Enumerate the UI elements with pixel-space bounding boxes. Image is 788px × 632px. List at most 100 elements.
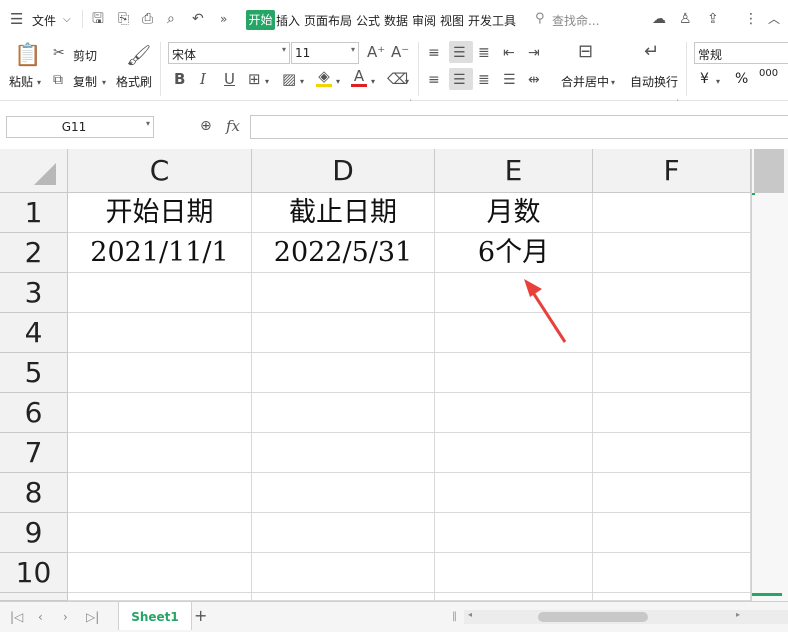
cell-f9[interactable] [593,513,751,553]
cell-f2[interactable] [593,233,751,273]
cell-c9[interactable] [68,513,252,553]
cell-f1[interactable] [593,193,751,233]
justify-icon[interactable]: ☰ [503,72,516,88]
chevron-down-icon[interactable]: ⌵ [63,12,71,28]
tab-view[interactable]: 视图 [440,12,464,29]
percent-format-button[interactable]: % [735,71,748,87]
tab-home[interactable]: 开始 [246,10,275,30]
cell-e9[interactable] [435,513,593,553]
cell-e2[interactable]: 6个月 [435,233,593,273]
cell-d8[interactable] [252,473,435,513]
cell-e11[interactable] [435,593,593,601]
scroll-left-icon[interactable]: ◂ [468,610,472,619]
last-sheet-icon[interactable]: ▷| [86,609,99,625]
cell-c8[interactable] [68,473,252,513]
cell-f5[interactable] [593,353,751,393]
next-sheet-icon[interactable]: › [63,609,68,625]
merge-center-icon[interactable]: ⊟ [578,43,593,61]
row-header-10[interactable]: 10 [0,553,68,593]
cell-f3[interactable] [593,273,751,313]
cell-d7[interactable] [252,433,435,473]
export-pdf-icon[interactable]: ⎘ [118,11,129,27]
bold-icon[interactable]: B [174,71,185,87]
file-menu[interactable]: 文件 [32,12,56,29]
fill-color-dropdown-icon[interactable]: ▾ [336,74,340,90]
cell-f10[interactable] [593,553,751,593]
paste-dropdown-icon[interactable]: ▾ [37,75,41,91]
merge-dropdown-icon[interactable]: ▾ [611,75,615,91]
tab-insert[interactable]: 插入 [276,12,300,29]
cell-d10[interactable] [252,553,435,593]
format-painter-button[interactable]: 格式刷 [116,73,152,90]
copy-button[interactable]: 复制 [73,73,97,90]
paste-button[interactable]: 粘贴 [9,73,33,90]
cell-d4[interactable] [252,313,435,353]
row-header-9[interactable]: 9 [0,513,68,553]
cell-e7[interactable] [435,433,593,473]
scroll-splitter-icon[interactable]: ‖ [452,609,457,625]
name-box[interactable]: G11 ▾ [6,116,154,138]
align-middle-icon[interactable]: ☰ [453,45,466,61]
zoom-formula-icon[interactable]: ⊕ [200,118,212,134]
insert-function-button[interactable]: fx [226,117,240,135]
tab-review[interactable]: 审阅 [412,12,436,29]
font-color-icon[interactable]: A [351,69,367,87]
cell-c10[interactable] [68,553,252,593]
cell-e1[interactable]: 月数 [435,193,593,233]
thousands-format-button[interactable]: 000 [759,68,778,79]
tab-developer[interactable]: 开发工具 [468,12,516,29]
row-header-8[interactable]: 8 [0,473,68,513]
more-options-icon[interactable]: ⋮ [744,11,758,27]
horizontal-scrollbar[interactable]: ◂ ▸ [464,610,788,624]
borders-icon[interactable]: ⊞ [248,71,261,87]
underline-icon[interactable]: U [224,71,235,87]
save-icon[interactable]: 🖫 [92,11,104,27]
cell-d3[interactable] [252,273,435,313]
scissors-icon[interactable]: ✂ [53,45,65,61]
cell-f6[interactable] [593,393,751,433]
cell-c1[interactable]: 开始日期 [68,193,252,233]
column-header-d[interactable]: D [252,149,435,193]
scroll-right-icon[interactable]: ▸ [736,610,740,619]
vertical-scrollbar[interactable] [751,149,788,601]
currency-format-button[interactable]: ¥ [700,71,709,87]
cell-f8[interactable] [593,473,751,513]
cell-c7[interactable] [68,433,252,473]
decrease-font-icon[interactable]: A⁻ [391,44,409,60]
decrease-indent-icon[interactable]: ⇤ [503,45,515,61]
currency-dropdown-icon[interactable]: ▾ [716,74,720,90]
cloud-sync-icon[interactable]: ☁ [652,11,666,27]
print-preview-icon[interactable]: ⌕ [167,11,175,27]
row-header-1[interactable]: 1 [0,193,68,233]
cut-button[interactable]: 剪切 [73,47,97,64]
align-center-icon[interactable]: ☰ [453,72,466,88]
sheet-tab-sheet1[interactable]: Sheet1 [118,602,192,630]
clear-dropdown-icon[interactable]: ▾ [405,74,409,90]
italic-icon[interactable]: I [200,71,206,87]
cell-c6[interactable] [68,393,252,433]
align-top-icon[interactable]: ≡ [428,45,440,61]
cell-c3[interactable] [68,273,252,313]
copy-icon[interactable]: ⧉ [53,72,63,88]
fill-dropdown-icon[interactable]: ▾ [300,74,304,90]
cell-d1[interactable]: 截止日期 [252,193,435,233]
format-painter-icon[interactable]: 🖌 [126,43,151,67]
fill-pattern-icon[interactable]: ▨ [282,71,296,87]
cell-c11[interactable] [68,593,252,601]
search-input[interactable]: 查找命... [552,12,599,29]
column-header-e[interactable]: E [435,149,593,193]
cell-d11[interactable] [252,593,435,601]
align-left-icon[interactable]: ≡ [428,72,440,88]
fill-color-icon[interactable]: ◈ [316,69,332,87]
share-icon[interactable]: ⇪ [707,11,719,27]
increase-font-icon[interactable]: A⁺ [367,44,385,60]
font-color-dropdown-icon[interactable]: ▾ [371,74,375,90]
cell-f7[interactable] [593,433,751,473]
cell-c5[interactable] [68,353,252,393]
cell-e5[interactable] [435,353,593,393]
number-format-select[interactable]: 常规 [694,42,788,64]
font-size-select[interactable]: 11 ▾ [291,42,359,64]
increase-indent-icon[interactable]: ⇥ [528,45,540,61]
align-right-icon[interactable]: ≣ [478,72,490,88]
merge-center-button[interactable]: 合并居中 [561,73,609,90]
